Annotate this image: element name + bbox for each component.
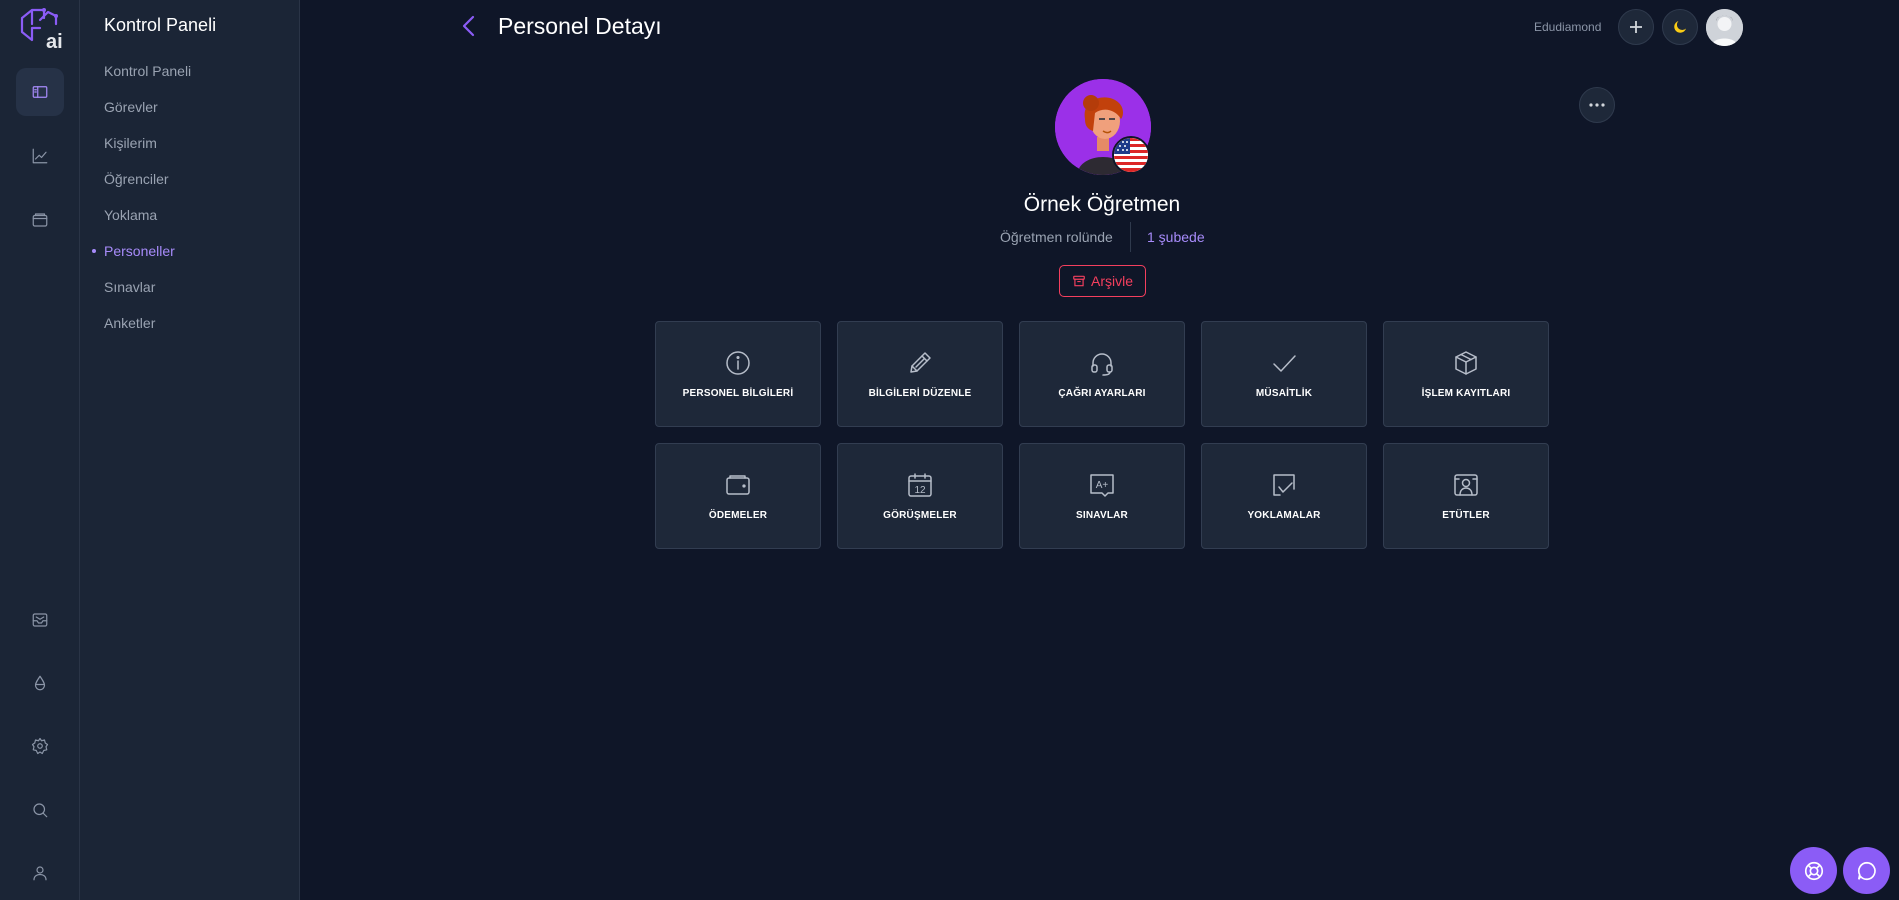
sidebar-item-kontrol-paneli[interactable]: Kontrol Paneli [104, 63, 191, 79]
check-icon [1273, 355, 1296, 372]
card-label: ETÜTLER [1442, 510, 1490, 521]
logo-text: ai [46, 31, 63, 52]
card-sinavlar[interactable]: A+ SINAVLAR [1019, 443, 1185, 549]
sidebar-item-gorevler[interactable]: Görevler [104, 99, 158, 115]
layout-icon [32, 86, 48, 98]
rail-settings-button[interactable] [20, 726, 60, 766]
plus-icon [1630, 21, 1642, 33]
card-musaitlik[interactable]: MÜSAİTLİK [1201, 321, 1367, 427]
search-icon [33, 803, 48, 818]
more-options-button[interactable] [1579, 87, 1615, 123]
page-title: Personel Detayı [498, 13, 662, 39]
card-label: YOKLAMALAR [1247, 510, 1321, 521]
card-yoklamalar[interactable]: YOKLAMALAR [1201, 443, 1367, 549]
profile-name: Örnek Öğretmen [1023, 193, 1181, 216]
attendance-icon [1273, 474, 1295, 496]
pencil-icon [910, 352, 931, 373]
chat-button[interactable] [1843, 847, 1890, 894]
calendar-day: 12 [914, 485, 926, 496]
gear-icon [31, 737, 49, 755]
sidebar-item-kisilerim[interactable]: Kişilerim [104, 135, 157, 151]
us-flag-image [1114, 138, 1148, 172]
support-button[interactable] [1790, 847, 1837, 894]
action-grid: PERSONEL BİLGİLERİ BİLGİLERİ DÜZENLE ÇAĞ… [655, 321, 1549, 549]
sidebar: Kontrol Paneli Kontrol Paneli Görevler K… [80, 0, 300, 900]
chart-icon [32, 148, 48, 164]
card-label: İŞLEM KAYITLARI [1421, 388, 1511, 399]
study-icon [1454, 474, 1478, 496]
card-odemeler[interactable]: ÖDEMELER [655, 443, 821, 549]
card-etutler[interactable]: ETÜTLER [1383, 443, 1549, 549]
archive-icon [1073, 275, 1085, 287]
more-icon [1589, 103, 1605, 107]
card-islem-kayitlari[interactable]: İŞLEM KAYITLARI [1383, 321, 1549, 427]
rail-search-button[interactable] [20, 790, 60, 830]
logo[interactable]: ai [14, 6, 66, 52]
drop-icon [34, 675, 46, 691]
back-icon[interactable] [458, 14, 480, 38]
user-icon [33, 866, 47, 881]
card-label: BİLGİLERİ DÜZENLE [868, 388, 972, 399]
branch-link[interactable]: 1 şubede [1147, 229, 1205, 245]
sidebar-item-ogrenciler[interactable]: Öğrenciler [104, 171, 169, 187]
headset-icon [1091, 353, 1113, 376]
sidebar-title: Kontrol Paneli [104, 15, 217, 35]
sidebar-item-personeller[interactable]: Personeller [104, 243, 175, 259]
card-label: GÖRÜŞMELER [883, 510, 957, 521]
theme-toggle-button[interactable] [1662, 9, 1698, 45]
rail-inbox-button[interactable] [20, 600, 60, 640]
sidebar-item-anketler[interactable]: Anketler [104, 315, 155, 331]
info-icon [726, 351, 750, 375]
card-personel-bilgileri[interactable]: PERSONEL BİLGİLERİ [655, 321, 821, 427]
role-divider [1130, 222, 1131, 252]
archive-label: Arşivle [1090, 273, 1133, 289]
card-label: ÖDEMELER [708, 510, 768, 521]
rail-dashboard-button[interactable] [16, 68, 64, 116]
card-bilgileri-duzenle[interactable]: BİLGİLERİ DÜZENLE [837, 321, 1003, 427]
card-gorusmeler[interactable]: 12 GÖRÜŞMELER [837, 443, 1003, 549]
rail-theme-button[interactable] [20, 663, 60, 703]
box-icon [1455, 351, 1477, 375]
brand-label: Edudiamond [1534, 20, 1602, 34]
rail-profile-button[interactable] [20, 853, 60, 893]
grade-text: A+ [1096, 480, 1109, 491]
card-label: ÇAĞRI AYARLARI [1058, 388, 1146, 399]
grade-icon: A+ [1090, 474, 1114, 497]
user-avatar[interactable] [1706, 9, 1743, 46]
us-flag-icon [1112, 136, 1150, 174]
moon-icon [1674, 21, 1686, 33]
archive-button[interactable]: Arşivle [1059, 265, 1146, 297]
chat-icon [1857, 861, 1876, 880]
card-label: SINAVLAR [1076, 510, 1128, 521]
rail-reports-button[interactable] [20, 136, 60, 176]
sidebar-item-sinavlar[interactable]: Sınavlar [104, 279, 155, 295]
lifebuoy-icon [1804, 861, 1823, 880]
add-button[interactable] [1618, 9, 1654, 45]
card-cagri-ayarlari[interactable]: ÇAĞRI AYARLARI [1019, 321, 1185, 427]
card-label: PERSONEL BİLGİLERİ [682, 388, 794, 399]
wallet-icon [726, 475, 750, 495]
profile-role: Öğretmen rolünde [1000, 229, 1113, 245]
card-label: MÜSAİTLİK [1255, 388, 1313, 399]
icon-rail: ai [0, 0, 80, 900]
inbox-icon [32, 613, 48, 627]
user-avatar-image [1706, 9, 1743, 46]
active-indicator [92, 249, 96, 253]
calendar-icon: 12 [908, 473, 932, 497]
